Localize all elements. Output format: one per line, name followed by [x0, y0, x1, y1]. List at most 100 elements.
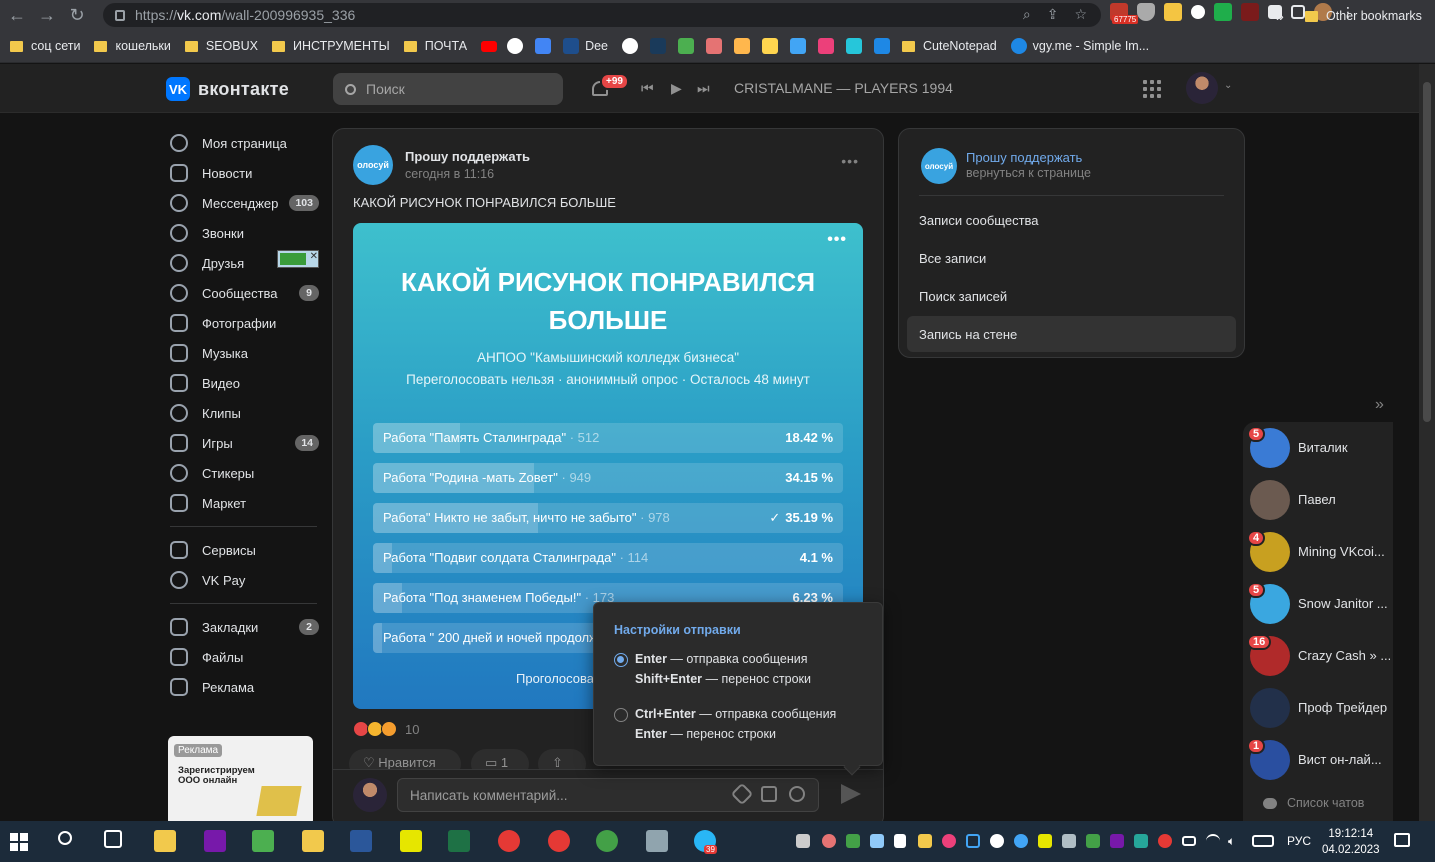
extension-icon[interactable]	[1241, 3, 1259, 21]
community-avatar[interactable]: олосуй	[353, 145, 393, 185]
emoji-icon[interactable]	[789, 786, 805, 802]
page-scrollbar[interactable]	[1419, 64, 1435, 821]
back-to-page-link[interactable]: вернуться к странице	[966, 166, 1091, 180]
chat-item[interactable]: 4 Mining VKcoi...	[1243, 526, 1393, 578]
poll-option[interactable]: Работа "Подвиг солдата Сталинграда" · 11…	[373, 543, 843, 573]
bookmark-site-icon[interactable]	[622, 38, 638, 54]
option-enter-send-sub[interactable]: Shift+Enter — перенос строки	[635, 672, 811, 686]
volume-icon[interactable]: 🔈︎	[1228, 834, 1242, 848]
bookmark-site-icon[interactable]	[846, 38, 862, 54]
bookmark-site-icon[interactable]	[650, 38, 666, 54]
chat-item[interactable]: 16 Crazy Cash » ...	[1243, 630, 1393, 682]
bookmark-site-icon[interactable]	[706, 38, 722, 54]
send-icon[interactable]	[841, 784, 861, 804]
forward-icon[interactable]: →	[32, 0, 62, 30]
vk-logo[interactable]: VK вконтакте	[166, 77, 289, 101]
chat-item[interactable]: Павел	[1243, 474, 1393, 526]
bookmark-site-icon[interactable]	[678, 38, 694, 54]
more-icon[interactable]: •••	[841, 153, 859, 169]
bookmarks-overflow-button[interactable]: »	[1276, 8, 1284, 24]
nav-item-communities[interactable]: Сообщества 9	[166, 278, 321, 308]
tray-icon[interactable]	[918, 834, 932, 848]
comment-input[interactable]	[397, 778, 819, 812]
post-author[interactable]: Прошу поддержать	[405, 149, 530, 164]
previous-track-icon[interactable]: ⏮	[641, 80, 654, 97]
bookmark-item[interactable]: vgy.me - Simple Im...	[1010, 38, 1149, 54]
poll-option[interactable]: Работа" Никто не забыт, ничто не забыто"…	[373, 503, 843, 533]
more-icon[interactable]: •••	[827, 231, 847, 249]
nav-item-news[interactable]: Новости	[166, 158, 321, 188]
community-avatar[interactable]: олосуй	[921, 148, 957, 184]
clock[interactable]: 19:12:14 04.02.2023	[1322, 826, 1380, 858]
tray-icon[interactable]	[1086, 834, 1100, 848]
bookmark-site-icon[interactable]	[874, 38, 890, 54]
file-explorer-icon[interactable]	[154, 830, 176, 852]
tray-icon[interactable]	[990, 834, 1004, 848]
next-track-icon[interactable]: ⏭	[697, 80, 710, 97]
chrome-icon[interactable]	[548, 830, 570, 852]
battery-icon[interactable]	[1182, 836, 1196, 846]
camera-icon[interactable]	[761, 786, 777, 802]
nav-item-files[interactable]: Файлы	[166, 642, 321, 672]
keyboard-icon[interactable]	[1252, 835, 1274, 847]
tray-icon[interactable]	[1134, 834, 1148, 848]
tray-icon[interactable]	[1014, 834, 1028, 848]
radio-enter-send[interactable]	[614, 653, 628, 667]
chevron-down-icon[interactable]: ⌄	[1224, 80, 1232, 91]
task-view-icon[interactable]	[104, 830, 122, 848]
search-input[interactable]: Поиск	[333, 73, 563, 105]
share-icon[interactable]: ⇪	[1047, 6, 1059, 23]
tray-icon[interactable]	[822, 834, 836, 848]
youtube-icon[interactable]	[481, 40, 498, 52]
nav-item-bookmarks[interactable]: Закладки 2	[166, 612, 321, 642]
wifi-icon[interactable]	[1206, 834, 1220, 848]
translate-icon[interactable]	[535, 38, 552, 54]
onenote-icon[interactable]	[204, 830, 226, 852]
option-ctrl-enter-send-sub[interactable]: Enter — перенос строки	[635, 727, 776, 741]
bookmark-item[interactable]: соц сети	[10, 39, 80, 53]
nav-item-market[interactable]: Маркет	[166, 488, 321, 518]
bookmark-item[interactable]: ПОЧТА	[403, 39, 467, 53]
tray-icon[interactable]	[796, 834, 810, 848]
radio-ctrl-enter-send[interactable]	[614, 708, 628, 722]
nav-item-stickers[interactable]: Стикеры	[166, 458, 321, 488]
chat-item[interactable]: Проф Трейдер	[1243, 682, 1393, 734]
bookmark-star-icon[interactable]: ☆	[1074, 6, 1087, 23]
zoom-icon[interactable]: ⌕	[1023, 6, 1031, 23]
chat-item[interactable]: 5 Snow Janitor ...	[1243, 578, 1393, 630]
folder-icon[interactable]	[302, 830, 324, 852]
tray-icon[interactable]	[966, 834, 980, 848]
collapse-chats-icon[interactable]: »	[1375, 396, 1384, 414]
extension-icon[interactable]	[1214, 3, 1232, 21]
tray-icon[interactable]	[846, 834, 860, 848]
tray-icon[interactable]	[894, 834, 906, 848]
option-enter-send[interactable]: Enter — отправка сообщения	[635, 652, 808, 666]
bookmark-site-icon[interactable]	[762, 38, 778, 54]
bookmark-site-icon[interactable]	[818, 38, 834, 54]
bookmark-item[interactable]: CuteNotepad	[902, 39, 997, 53]
address-bar[interactable]: https://vk.com/wall-200996935_336 ⌕ ⇪ ☆	[103, 3, 1101, 27]
nav-item-clips[interactable]: Клипы	[166, 398, 321, 428]
play-icon[interactable]: ▶	[671, 80, 682, 97]
bookmark-site-icon[interactable]	[790, 38, 806, 54]
other-bookmarks[interactable]: Other bookmarks	[1305, 9, 1422, 23]
shield-icon[interactable]	[1137, 3, 1155, 21]
nav-item-services[interactable]: Сервисы	[166, 535, 321, 565]
scrollbar-thumb[interactable]	[1423, 82, 1431, 422]
search-icon[interactable]	[58, 831, 72, 845]
apps-grid-icon[interactable]	[1143, 80, 1161, 98]
bookmark-item[interactable]: ИНСТРУМЕНТЫ	[271, 39, 390, 53]
tray-icon[interactable]	[942, 834, 956, 848]
chat-list-button[interactable]: Список чатов	[1263, 796, 1364, 810]
now-playing[interactable]: CRISTALMANE — PLAYERS 1994	[734, 80, 953, 96]
chat-item[interactable]: 1 Вист он-лай...	[1243, 734, 1393, 786]
tray-icon[interactable]	[870, 834, 884, 848]
menu-item-community-posts[interactable]: Записи сообщества	[907, 202, 1236, 238]
poll-option[interactable]: Работа "Родина -мать Zовет" · 949 34.15 %	[373, 463, 843, 493]
language-indicator[interactable]: РУС	[1287, 834, 1311, 848]
nav-item-calls[interactable]: Звонки	[166, 218, 321, 248]
bookmark-item[interactable]: Dee	[563, 38, 608, 54]
extension-icon[interactable]	[1164, 3, 1182, 21]
avatar[interactable]	[1186, 72, 1218, 104]
option-ctrl-enter-send[interactable]: Ctrl+Enter — отправка сообщения	[635, 707, 836, 721]
